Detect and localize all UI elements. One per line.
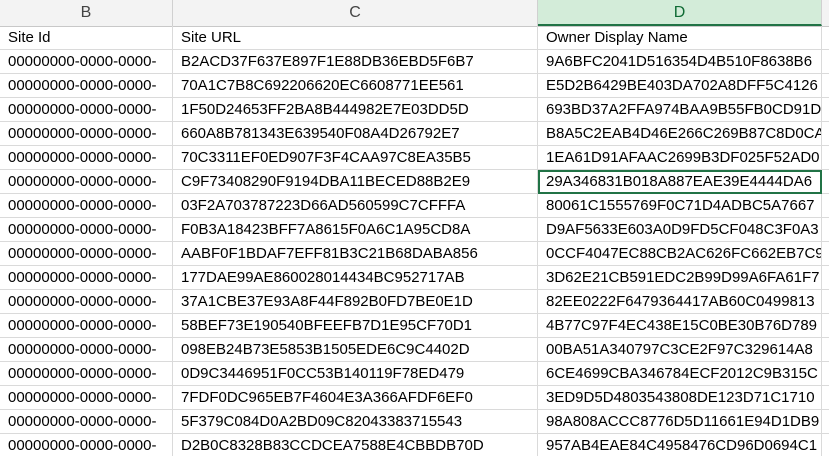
cell-site-url[interactable]: 177DAE99AE860028014434BC952717AB [173, 266, 538, 290]
cell-site-id[interactable]: 00000000-0000-0000- [0, 218, 173, 242]
cell-next[interactable] [822, 338, 829, 362]
cell-owner-display-name[interactable]: 82EE0222F6479364417AB60C0499813 [538, 290, 822, 314]
cell-site-id[interactable]: 00000000-0000-0000- [0, 386, 173, 410]
table-header-row: Site Id Site URL Owner Display Name I [0, 26, 829, 50]
cell-next[interactable] [822, 74, 829, 98]
cell-next[interactable] [822, 386, 829, 410]
cell-site-url[interactable]: 7FDF0DC965EB7F4604E3A366AFDF6EF0 [173, 386, 538, 410]
cell-next[interactable] [822, 122, 829, 146]
table-row: 00000000-0000-0000- 098EB24B73E5853B1505E… [0, 338, 829, 362]
cell-owner-display-name[interactable]: 00BA51A340797C3CE2F97C329614A8 [538, 338, 822, 362]
table-row: 00000000-0000-0000- 03F2A703787223D66AD56… [0, 194, 829, 218]
table-row: 00000000-0000-0000- 177DAE99AE86002801443… [0, 266, 829, 290]
cell-owner-display-name[interactable]: 4B77C97F4EC438E15C0BE30B76D789 [538, 314, 822, 338]
cell-site-url[interactable]: 58BEF73E190540BFEEFB7D1E95CF70D1 [173, 314, 538, 338]
cell-next[interactable] [822, 170, 829, 194]
cell-owner-display-name[interactable]: 3D62E21CB591EDC2B99D99A6FA61F7 [538, 266, 822, 290]
table-row: 00000000-0000-0000- 70C3311EF0ED907F3F4CA… [0, 146, 829, 170]
column-header-c[interactable]: C [173, 0, 538, 26]
cell-site-id[interactable]: 00000000-0000-0000- [0, 74, 173, 98]
table-row: 00000000-0000-0000- 1F50D24653FF2BA8B4449… [0, 98, 829, 122]
cell-next[interactable] [822, 314, 829, 338]
cell-site-url[interactable]: 70A1C7B8C692206620EC6608771EE561 [173, 74, 538, 98]
cell-site-id[interactable]: 00000000-0000-0000- [0, 146, 173, 170]
table-row: 00000000-0000-0000- C9F73408290F9194DBA11… [0, 170, 829, 194]
cell-next[interactable] [822, 98, 829, 122]
cell-next[interactable] [822, 410, 829, 434]
table-row: 00000000-0000-0000- 37A1CBE37E93A8F44F892… [0, 290, 829, 314]
table-row: 00000000-0000-0000- B2ACD37F637E897F1E88D… [0, 50, 829, 74]
cell-site-id-header[interactable]: Site Id [0, 26, 173, 50]
cell-next[interactable] [822, 218, 829, 242]
cell-site-id[interactable]: 00000000-0000-0000- [0, 314, 173, 338]
cell-site-id[interactable]: 00000000-0000-0000- [0, 98, 173, 122]
table-row: 00000000-0000-0000- 58BEF73E190540BFEEFB7… [0, 314, 829, 338]
cell-next[interactable] [822, 266, 829, 290]
cell-site-url[interactable]: B2ACD37F637E897F1E88DB36EBD5F6B7 [173, 50, 538, 74]
cell-site-id[interactable]: 00000000-0000-0000- [0, 242, 173, 266]
cell-site-url[interactable]: 70C3311EF0ED907F3F4CAA97C8EA35B5 [173, 146, 538, 170]
cell-site-id[interactable]: 00000000-0000-0000- [0, 194, 173, 218]
table-row: 00000000-0000-0000- F0B3A18423BFF7A8615F0… [0, 218, 829, 242]
cell-site-id[interactable]: 00000000-0000-0000- [0, 50, 173, 74]
column-header-row: B C D [0, 0, 829, 27]
cell-site-id[interactable]: 00000000-0000-0000- [0, 122, 173, 146]
cell-site-url[interactable]: 03F2A703787223D66AD560599C7CFFFA [173, 194, 538, 218]
column-header-d[interactable]: D [538, 0, 822, 26]
cell-site-url[interactable]: D2B0C8328B83CCDCEA7588E4CBBDB70D [173, 434, 538, 456]
table-row: 00000000-0000-0000- 70A1C7B8C692206620EC6… [0, 74, 829, 98]
cell-site-id[interactable]: 00000000-0000-0000- [0, 434, 173, 456]
cell-site-url[interactable]: 660A8B781343E639540F08A4D26792E7 [173, 122, 538, 146]
table-row: 00000000-0000-0000- D2B0C8328B83CCDCEA758… [0, 434, 829, 456]
cell-owner-display-name-header[interactable]: Owner Display Name [538, 26, 822, 50]
cell-site-url[interactable]: 098EB24B73E5853B1505EDE6C9C4402D [173, 338, 538, 362]
cell-owner-display-name[interactable]: 693BD37A2FFA974BAA9B55FB0CD91D [538, 98, 822, 122]
cell-next[interactable] [822, 146, 829, 170]
cell-next[interactable] [822, 362, 829, 386]
cell-site-url[interactable]: 37A1CBE37E93A8F44F892B0FD7BE0E1D [173, 290, 538, 314]
cell-owner-display-name[interactable]: 3ED9D5D4803543808DE123D71C1710 [538, 386, 822, 410]
cell-site-id[interactable]: 00000000-0000-0000- [0, 266, 173, 290]
spreadsheet: B C D Site Id Site URL Owner Display Nam… [0, 0, 829, 456]
table-row: 00000000-0000-0000- 5F379C084D0A2BD09C820… [0, 410, 829, 434]
cell-owner-display-name[interactable]: 9A6BFC2041D516354D4B510F8638B6 [538, 50, 822, 74]
cell-owner-display-name[interactable]: 98A808ACCC8776D5D11661E94D1DB9 [538, 410, 822, 434]
cell-site-id[interactable]: 00000000-0000-0000- [0, 410, 173, 434]
cell-owner-display-name[interactable]: 957AB4EAE84C4958476CD96D0694C1 [538, 434, 822, 456]
cell-owner-display-name[interactable]: 6CE4699CBA346784ECF2012C9B315C [538, 362, 822, 386]
cell-site-id[interactable]: 00000000-0000-0000- [0, 338, 173, 362]
cell-next[interactable] [822, 290, 829, 314]
cell-next[interactable] [822, 242, 829, 266]
cell-owner-display-name[interactable]: 80061C1555769F0C71D4ADBC5A7667 [538, 194, 822, 218]
column-header-b[interactable]: B [0, 0, 173, 26]
cell-site-url[interactable]: 0D9C3446951F0CC53B140119F78ED479 [173, 362, 538, 386]
cell-site-id[interactable]: 00000000-0000-0000- [0, 290, 173, 314]
table-row: 00000000-0000-0000- AABF0F1BDAF7EFF81B3C2… [0, 242, 829, 266]
cell-site-id[interactable]: 00000000-0000-0000- [0, 170, 173, 194]
active-cell[interactable]: 29A346831B018A887EAE39E4444DA6 [538, 170, 822, 194]
cell-owner-display-name[interactable]: 1EA61D91AFAAC2699B3DF025F52AD0 [538, 146, 822, 170]
cell-site-url[interactable]: C9F73408290F9194DBA11BECED88B2E9 [173, 170, 538, 194]
table-row: 00000000-0000-0000- 7FDF0DC965EB7F4604E3A… [0, 386, 829, 410]
column-header-e[interactable] [822, 0, 829, 26]
cell-site-url[interactable]: 5F379C084D0A2BD09C82043383715543 [173, 410, 538, 434]
cell-next[interactable] [822, 434, 829, 456]
cell-site-url-header[interactable]: Site URL [173, 26, 538, 50]
cell-next-header[interactable]: I [822, 26, 829, 50]
cell-site-url[interactable]: AABF0F1BDAF7EFF81B3C21B68DABA856 [173, 242, 538, 266]
cell-site-id[interactable]: 00000000-0000-0000- [0, 362, 173, 386]
cell-owner-display-name[interactable]: D9AF5633E603A0D9FD5CF048C3F0A3 [538, 218, 822, 242]
table-row: 00000000-0000-0000- 660A8B781343E639540F0… [0, 122, 829, 146]
cell-site-url[interactable]: F0B3A18423BFF7A8615F0A6C1A95CD8A [173, 218, 538, 242]
cell-owner-display-name[interactable]: 0CCF4047EC88CB2AC626FC662EB7C9 [538, 242, 822, 266]
table-row: 00000000-0000-0000- 0D9C3446951F0CC53B140… [0, 362, 829, 386]
cell-owner-display-name[interactable]: B8A5C2EAB4D46E266C269B87C8D0CA [538, 122, 822, 146]
cell-next[interactable] [822, 50, 829, 74]
cell-site-url[interactable]: 1F50D24653FF2BA8B444982E7E03DD5D [173, 98, 538, 122]
cell-owner-display-name[interactable]: E5D2B6429BE403DA702A8DFF5C4126 [538, 74, 822, 98]
cell-next[interactable] [822, 194, 829, 218]
